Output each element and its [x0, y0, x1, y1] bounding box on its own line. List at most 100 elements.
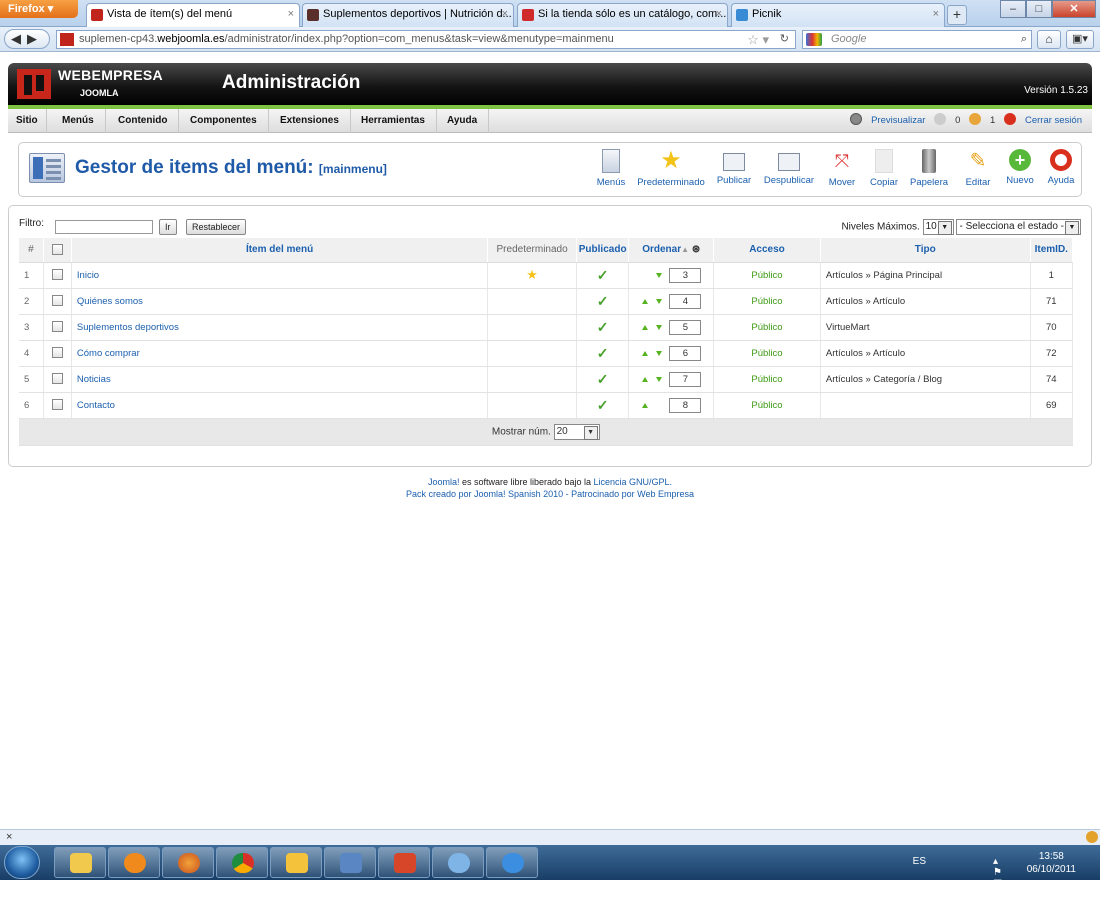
home-button[interactable]: ⌂	[1037, 30, 1061, 49]
access-link[interactable]: Público	[751, 322, 782, 333]
col-type[interactable]: Tipo	[820, 238, 1031, 263]
addon-icon[interactable]	[1086, 831, 1098, 843]
item-name-link[interactable]: Contacto	[77, 400, 115, 411]
taskbar-paint-palette[interactable]	[432, 847, 484, 878]
toolbar-trash-button[interactable]: Papelera	[907, 149, 951, 193]
reload-icon[interactable]: ↻	[780, 31, 789, 48]
item-name-link[interactable]: Quiénes somos	[77, 296, 143, 307]
toolbar-move-button[interactable]: ⤧ Mover	[824, 149, 860, 193]
row-checkbox[interactable]	[51, 295, 63, 307]
toolbar-menus-button[interactable]: Menús	[591, 149, 631, 193]
minimize-button[interactable]: –	[1000, 0, 1026, 18]
limit-select[interactable]: 20	[553, 423, 600, 440]
move-up-icon[interactable]	[642, 402, 649, 408]
order-input[interactable]: 3	[669, 267, 702, 283]
col-published[interactable]: Publicado	[576, 238, 630, 263]
addon-bar-close-icon[interactable]: ×	[6, 831, 12, 843]
toolbar-default-button[interactable]: ★ Predeterminado	[635, 149, 707, 193]
row-checkbox[interactable]	[51, 347, 63, 359]
search-input[interactable]: Google ⌕	[802, 30, 1032, 49]
access-link[interactable]: Público	[751, 296, 782, 307]
save-order-icon[interactable]: ⊛	[692, 244, 700, 255]
item-name-link[interactable]: Inicio	[77, 270, 99, 281]
col-order[interactable]: Ordenar▲ ⊛	[628, 238, 715, 263]
published-check-icon[interactable]: ✓	[597, 371, 609, 387]
menu-herramientas[interactable]: Herramientas	[350, 109, 437, 133]
access-link[interactable]: Público	[751, 374, 782, 385]
start-button[interactable]	[4, 846, 40, 879]
preview-link[interactable]: Previsualizar	[850, 113, 925, 126]
move-down-icon[interactable]	[656, 350, 663, 356]
logout-link[interactable]: Cerrar sesión	[1003, 113, 1082, 126]
move-up-icon[interactable]	[642, 350, 649, 356]
filter-go-button[interactable]: Ir	[159, 219, 177, 235]
menu-contenido[interactable]: Contenido	[107, 109, 180, 133]
credits-line[interactable]: Pack creado por Joomla! Spanish 2010 - P…	[0, 488, 1100, 500]
published-check-icon[interactable]: ✓	[597, 319, 609, 335]
taskbar-media-player[interactable]	[108, 847, 160, 878]
menu-sitio[interactable]: Sitio	[8, 109, 47, 133]
bookmark-star-icon[interactable]: ☆ ▾	[747, 31, 769, 48]
order-input[interactable]: 7	[669, 371, 702, 387]
taskbar-firefox[interactable]	[162, 847, 214, 878]
toolbar-help-button[interactable]: Ayuda	[1045, 149, 1077, 193]
col-item[interactable]: Ítem del menú	[71, 238, 489, 263]
maximize-button[interactable]: □	[1026, 0, 1052, 18]
taskbar-chrome[interactable]	[216, 847, 268, 878]
toolbar-unpublish-button[interactable]: Despublicar	[761, 149, 817, 193]
tab-close-icon[interactable]: ×	[288, 8, 294, 20]
access-link[interactable]: Público	[751, 348, 782, 359]
published-check-icon[interactable]: ✓	[597, 397, 609, 413]
order-input[interactable]: 5	[669, 319, 702, 335]
state-select[interactable]: - Selecciona el estado -	[956, 219, 1081, 235]
tab-close-icon[interactable]: ×	[933, 8, 939, 20]
menu-menus[interactable]: Menús	[51, 109, 106, 133]
users-count[interactable]: 1	[969, 113, 995, 126]
toolbar-edit-button[interactable]: ✎ Editar	[961, 149, 995, 193]
item-name-link[interactable]: Suplementos deportivos	[77, 322, 179, 333]
tab-close-icon[interactable]: ×	[502, 8, 508, 20]
toolbar-copy-button[interactable]: Copiar	[867, 149, 901, 193]
tab-close-icon[interactable]: ×	[716, 8, 722, 20]
move-down-icon[interactable]	[656, 298, 663, 304]
order-input[interactable]: 4	[669, 293, 702, 309]
published-check-icon[interactable]: ✓	[597, 293, 609, 309]
taskbar-app[interactable]	[270, 847, 322, 878]
item-name-link[interactable]: Cómo comprar	[77, 348, 140, 359]
row-checkbox[interactable]	[51, 373, 63, 385]
tab-suplementos[interactable]: Suplementos deportivos | Nutrición d... …	[302, 3, 514, 27]
move-up-icon[interactable]	[642, 376, 649, 382]
menu-ayuda[interactable]: Ayuda	[436, 109, 490, 133]
back-forward-button[interactable]: ◀▶	[4, 29, 50, 49]
filter-input[interactable]	[55, 220, 153, 234]
forward-arrow-icon[interactable]: ▶	[27, 31, 43, 46]
tab-vista-items[interactable]: Vista de ítem(s) del menú ×	[86, 3, 300, 28]
move-down-icon[interactable]	[656, 324, 663, 330]
levels-select[interactable]: 10	[922, 219, 954, 235]
toolbar-new-button[interactable]: + Nuevo	[1003, 149, 1037, 193]
messages-count[interactable]: 0	[934, 113, 960, 126]
order-input[interactable]: 6	[669, 345, 702, 361]
tab-tienda-catalogo[interactable]: Si la tienda sólo es un catálogo, com...…	[517, 3, 728, 27]
toolbar-publish-button[interactable]: Publicar	[712, 149, 756, 193]
url-bar[interactable]: suplemen-cp43.webjoomla.es/administrator…	[56, 30, 796, 49]
order-input[interactable]: 8	[669, 397, 702, 413]
item-name-link[interactable]: Noticias	[77, 374, 111, 385]
default-star-icon[interactable]: ★	[526, 267, 538, 282]
taskbar-paint[interactable]	[378, 847, 430, 878]
tray-icons[interactable]: ▴ ⚑ ▣ ◁)	[993, 856, 1016, 900]
col-itemid[interactable]: ItemID.	[1030, 238, 1074, 263]
row-checkbox[interactable]	[51, 321, 63, 333]
filter-reset-button[interactable]: Restablecer	[186, 219, 247, 235]
published-check-icon[interactable]: ✓	[597, 267, 609, 283]
back-arrow-icon[interactable]: ◀	[11, 31, 27, 46]
move-up-icon[interactable]	[642, 324, 649, 330]
search-icon[interactable]: ⌕	[1021, 31, 1027, 48]
license-link[interactable]: Licencia GNU/GPL.	[594, 477, 673, 487]
tab-picnik[interactable]: Picnik ×	[731, 3, 945, 27]
select-all-checkbox[interactable]	[51, 244, 63, 256]
taskbar-screenshot[interactable]	[324, 847, 376, 878]
col-access[interactable]: Acceso	[713, 238, 821, 263]
access-link[interactable]: Público	[751, 400, 782, 411]
row-checkbox[interactable]	[51, 399, 63, 411]
